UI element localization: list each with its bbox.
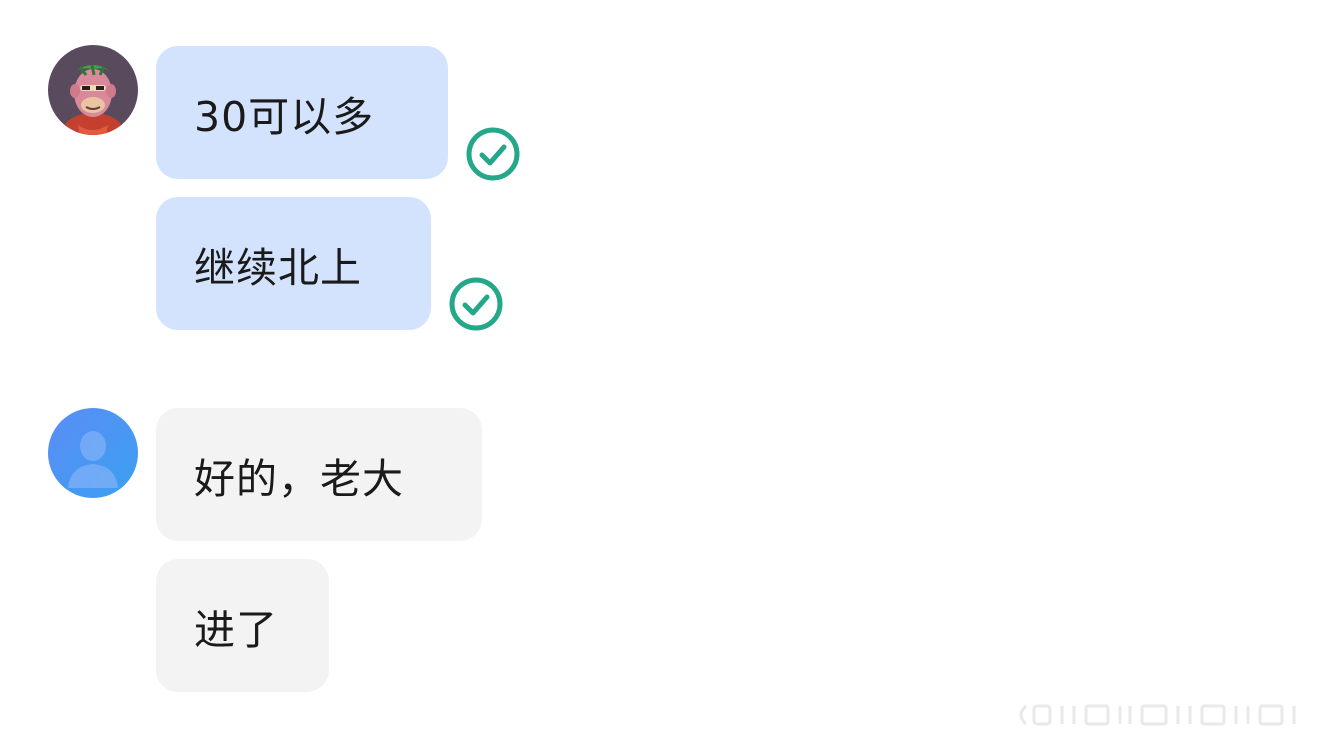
message-text: 进了 (194, 605, 278, 654)
message-bubble-sent[interactable]: 30可以多 (156, 46, 448, 179)
message-bubble-sent[interactable]: 继续北上 (156, 197, 431, 330)
message-bubble-received[interactable]: 好的，老大 (156, 408, 482, 541)
sender-avatar[interactable] (48, 45, 138, 135)
message-text: 好的，老大 (194, 454, 404, 503)
contact-avatar[interactable] (48, 408, 138, 498)
message-text: 继续北上 (194, 243, 362, 292)
watermark-logo (1012, 700, 1312, 730)
chat-view: 30可以多 继续北上 好的，老大 进了 (0, 0, 1320, 741)
read-check-icon (448, 276, 504, 332)
message-bubble-received[interactable]: 进了 (156, 559, 329, 692)
bored-ape-avatar-icon (48, 45, 138, 135)
default-user-avatar-icon (48, 408, 138, 498)
read-check-icon (465, 126, 521, 182)
message-text: 30可以多 (194, 92, 375, 141)
